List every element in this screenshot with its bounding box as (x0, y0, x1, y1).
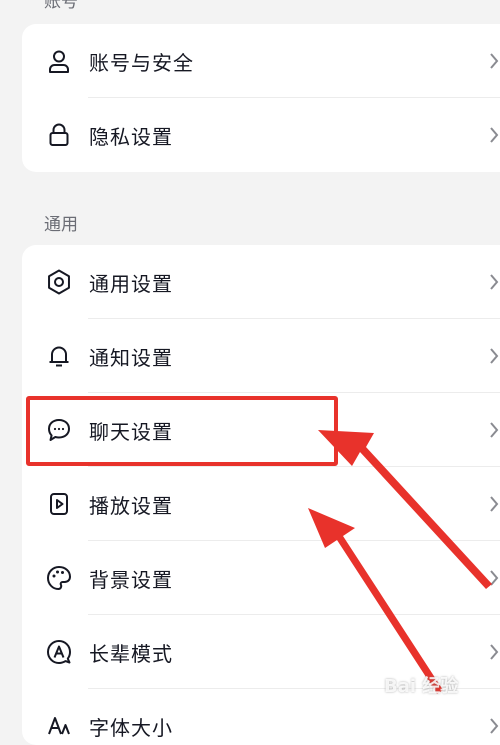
arrow-upper (318, 430, 492, 589)
watermark: Bai 经验 (384, 676, 459, 697)
arrow-lower (308, 508, 443, 694)
annotation-arrows (308, 430, 492, 694)
